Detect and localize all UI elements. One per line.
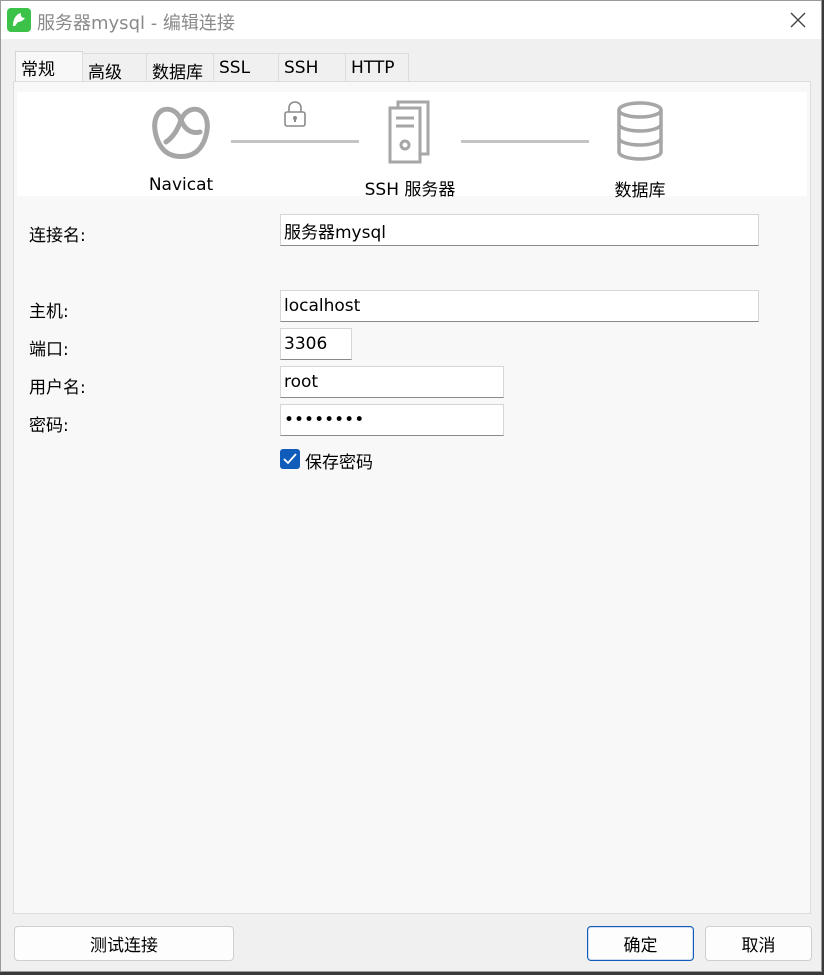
tab-databases[interactable]: 数据库	[146, 53, 214, 83]
save-password-label: 保存密码	[305, 453, 373, 473]
connector-line-left	[231, 140, 359, 143]
host-input[interactable]	[280, 290, 759, 322]
username-label: 用户名:	[29, 378, 86, 398]
password-label: 密码:	[29, 416, 69, 436]
ssh-server-icon	[388, 100, 430, 164]
window-title: 服务器mysql - 编辑连接	[37, 13, 235, 34]
close-icon	[790, 12, 806, 28]
cancel-button[interactable]: 取消	[705, 926, 812, 961]
edit-connection-dialog: 服务器mysql - 编辑连接 常规 高级 数据库 SSL SSH HTTP N…	[0, 0, 822, 972]
password-input[interactable]	[280, 404, 504, 436]
tab-general[interactable]: 常规	[15, 51, 83, 83]
connection-name-label: 连接名:	[29, 226, 86, 246]
tab-ssh[interactable]: SSH	[278, 53, 346, 82]
ssh-server-label: SSH 服务器	[364, 180, 456, 200]
connection-name-input[interactable]	[280, 214, 759, 246]
database-label: 数据库	[614, 181, 666, 201]
close-button[interactable]	[785, 7, 811, 33]
tab-bar: 常规 高级 数据库 SSL SSH HTTP	[15, 51, 815, 83]
username-input[interactable]	[280, 366, 504, 398]
lock-icon	[284, 101, 306, 127]
port-input[interactable]	[280, 328, 352, 360]
navicat-app-icon	[7, 8, 31, 32]
checkmark-icon	[283, 453, 297, 465]
title-bar: 服务器mysql - 编辑连接	[1, 1, 821, 39]
port-label: 端口:	[29, 340, 69, 360]
host-label: 主机:	[29, 302, 69, 322]
ok-button[interactable]: 确定	[587, 926, 694, 961]
general-tab-panel: Navicat SSH 服务器 数据库 连接名: 主机: 端口: 用户名: 密码…	[13, 81, 811, 914]
navicat-label: Navicat	[148, 175, 214, 195]
database-icon	[617, 101, 663, 161]
save-password-checkbox[interactable]	[280, 449, 300, 469]
navicat-logo-icon	[152, 106, 210, 159]
test-connection-button[interactable]: 测试连接	[14, 926, 234, 961]
connector-line-right	[461, 140, 589, 143]
tab-advanced[interactable]: 高级	[82, 53, 147, 83]
tab-http[interactable]: HTTP	[345, 53, 409, 82]
connection-diagram: Navicat SSH 服务器 数据库	[17, 92, 807, 201]
tab-ssl[interactable]: SSL	[213, 53, 279, 82]
